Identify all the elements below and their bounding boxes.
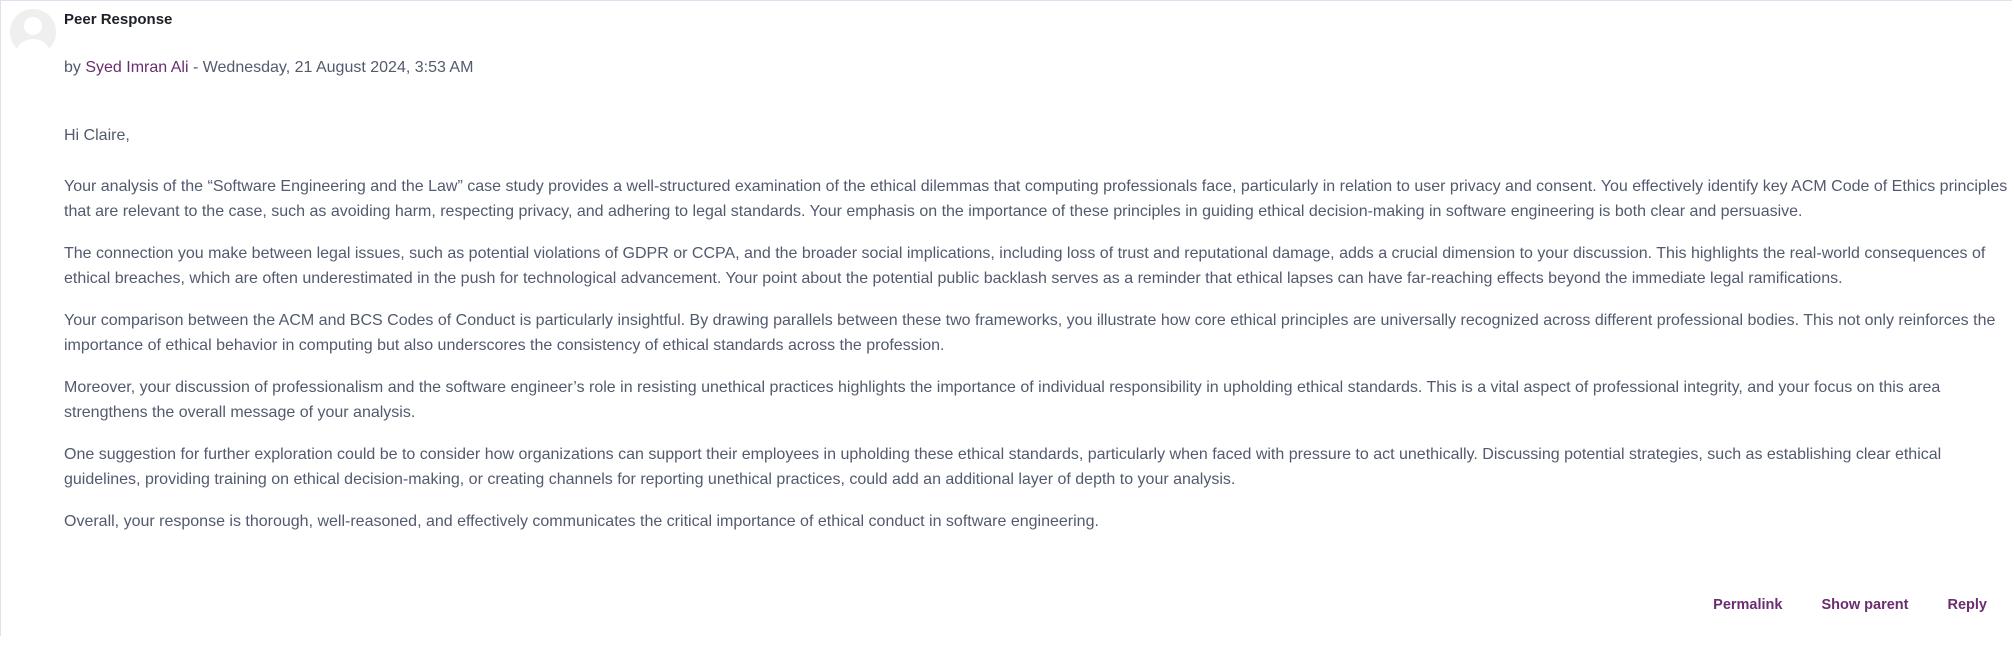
post-paragraph: The connection you make between legal is… [64, 244, 1986, 288]
author-link[interactable]: Syed Imran Ali [85, 59, 188, 76]
byline-separator: - [188, 59, 203, 76]
post-paragraph: One suggestion for further exploration c… [64, 445, 1942, 489]
byline-prefix: by [64, 59, 86, 76]
post-date: Wednesday, 21 August 2024, 3:53 AM [202, 59, 474, 76]
post-byline: by Syed Imran Ali - Wednesday, 21 August… [64, 59, 473, 77]
post-paragraph: Moreover, your discussion of professiona… [64, 378, 1941, 422]
forum-post: Peer Response by Syed Imran Ali - Wednes… [0, 0, 2012, 636]
user-avatar-icon[interactable] [10, 9, 56, 55]
post-greeting: Hi Claire, [64, 127, 130, 144]
post-subject: Peer Response [64, 11, 173, 28]
show-parent-link[interactable]: Show parent [1821, 597, 1908, 613]
post-paragraph: Overall, your response is thorough, well… [64, 512, 1099, 530]
post-paragraph: Your analysis of the “Software Engineeri… [64, 177, 2008, 221]
reply-link[interactable]: Reply [1948, 597, 1988, 613]
post-actions: Permalink Show parent Reply [1713, 597, 1987, 613]
post-paragraph: Your comparison between the ACM and BCS … [64, 311, 1996, 355]
permalink-link[interactable]: Permalink [1713, 597, 1782, 613]
post-content: Hi Claire, Your analysis of the “Softwar… [64, 123, 2010, 550]
